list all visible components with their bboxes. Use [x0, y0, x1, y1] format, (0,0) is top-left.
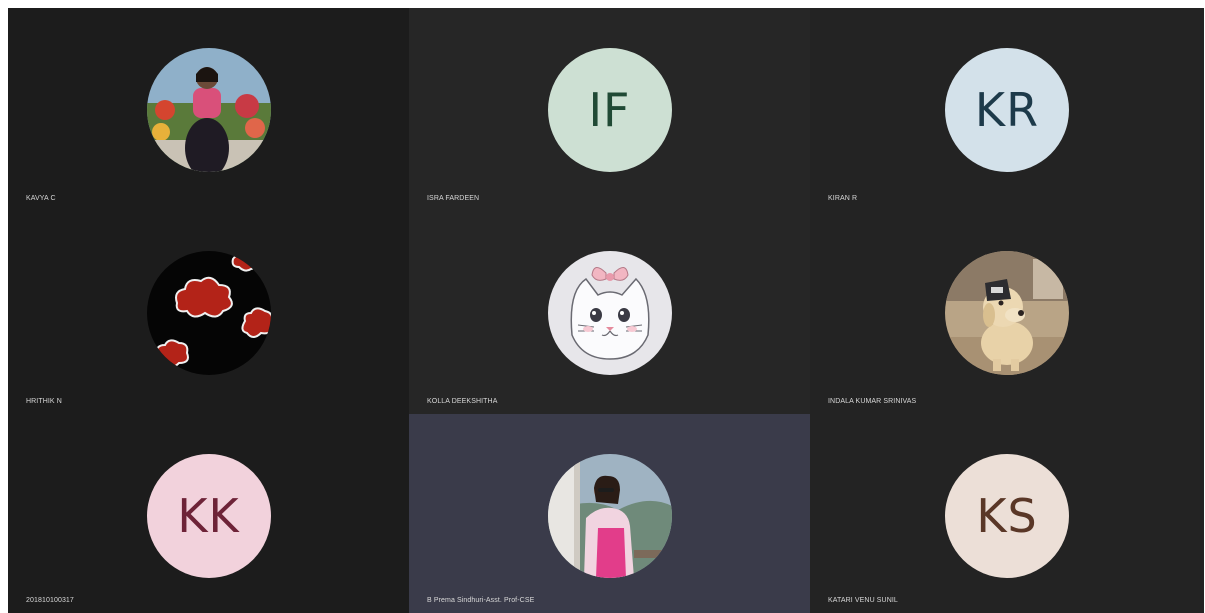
- dog-statue-icon: [945, 251, 1069, 375]
- participant-tile-kiran-r[interactable]: KR KIRAN R: [810, 8, 1204, 211]
- participant-tile-kolla-deekshitha[interactable]: KOLLA DEEKSHITHA: [409, 211, 810, 414]
- profile-photo-icon: [146, 48, 271, 172]
- participant-name: INDALA KUMAR SRINIVAS: [828, 398, 917, 405]
- initials-avatar: KK: [146, 454, 271, 578]
- participant-tile-201810100317[interactable]: KK 201810100317: [8, 414, 409, 613]
- participant-name: KIRAN R: [828, 195, 858, 202]
- video-grid: KAVYA C IF ISRA FARDEEN KR KIRAN R HRITH…: [8, 8, 1204, 613]
- participant-name: B Prema Sindhuri-Asst. Prof-CSE: [427, 597, 535, 604]
- cartoon-cat-icon: [547, 251, 672, 375]
- participant-tile-kavya-c[interactable]: KAVYA C: [8, 8, 409, 211]
- participant-tile-katari-venu-sunil[interactable]: KS KATARI VENU SUNIL: [810, 414, 1204, 613]
- participant-tile-b-prema-sindhuri[interactable]: B Prema Sindhuri-Asst. Prof-CSE: [409, 414, 810, 613]
- participant-name: KATARI VENU SUNIL: [828, 597, 898, 604]
- participant-tile-hrithik-n[interactable]: HRITHIK N: [8, 211, 409, 414]
- red-cloud-pattern-icon: [146, 251, 271, 375]
- participant-name: 201810100317: [26, 597, 74, 604]
- initials-avatar: KS: [945, 454, 1069, 578]
- initials-avatar: IF: [547, 48, 672, 172]
- initials-avatar: KR: [945, 48, 1069, 172]
- participant-name: ISRA FARDEEN: [427, 195, 480, 202]
- participant-name: HRITHIK N: [26, 398, 62, 405]
- participant-tile-indala-kumar-srinivas[interactable]: INDALA KUMAR SRINIVAS: [810, 211, 1204, 414]
- participant-tile-isra-fardeen[interactable]: IF ISRA FARDEEN: [409, 8, 810, 211]
- participant-name: KOLLA DEEKSHITHA: [427, 398, 498, 405]
- profile-photo-icon: [547, 454, 672, 578]
- participant-name: KAVYA C: [26, 195, 56, 202]
